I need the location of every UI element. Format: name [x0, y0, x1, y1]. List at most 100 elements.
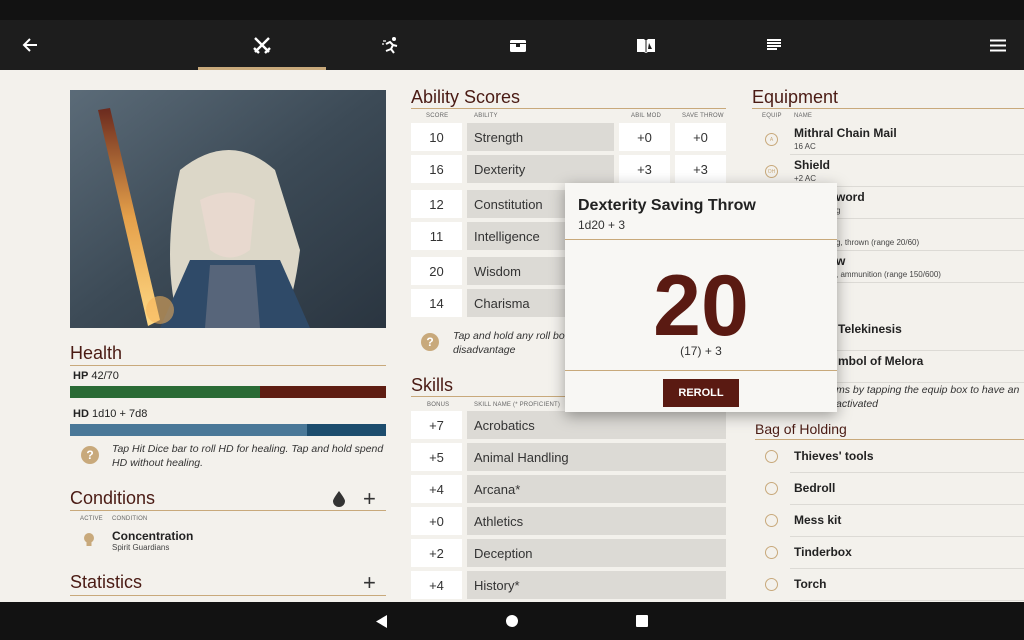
- skill-bonus[interactable]: +4: [411, 571, 462, 599]
- equipment-name[interactable]: Mithral Chain Mail: [794, 126, 897, 140]
- bag-divider: [755, 439, 1024, 440]
- bag-item-name[interactable]: Thieves' tools: [794, 449, 874, 463]
- ability-save-throw[interactable]: +0: [675, 123, 726, 151]
- add-condition-button[interactable]: +: [363, 488, 376, 510]
- bag-row-divider: [790, 536, 1024, 537]
- col-name: NAME: [794, 113, 813, 119]
- col-condition: CONDITION: [112, 516, 148, 522]
- ability-name[interactable]: Strength: [467, 123, 614, 151]
- circle-home-icon: [506, 615, 518, 627]
- dialog-divider-top: [565, 239, 837, 240]
- hp-bar[interactable]: [70, 386, 386, 398]
- nav-home-button[interactable]: [492, 602, 532, 640]
- nav-back-button[interactable]: [362, 602, 402, 640]
- health-hint: Tap Hit Dice bar to roll HD for healing.…: [112, 443, 384, 469]
- reroll-button[interactable]: REROLL: [663, 379, 739, 407]
- skill-name[interactable]: History*: [467, 571, 726, 599]
- ability-scores-title: Ability Scores: [411, 87, 521, 107]
- ability-score[interactable]: 16: [411, 155, 462, 183]
- hd-value: 1d10 + 7d8: [91, 408, 148, 420]
- col-active: ACTIVE: [80, 516, 103, 522]
- lightbulb-icon[interactable]: [83, 532, 95, 553]
- ability-modifier[interactable]: +0: [619, 123, 670, 151]
- skill-name[interactable]: Deception: [467, 539, 726, 567]
- equipment-name[interactable]: mbol of Melora: [838, 354, 923, 368]
- hp-readout: HP 42/70: [73, 370, 119, 382]
- bag-item-checkbox[interactable]: [765, 514, 778, 527]
- health-divider: [70, 365, 386, 366]
- skill-bonus[interactable]: +4: [411, 475, 462, 503]
- tab-combat[interactable]: [242, 20, 282, 70]
- equip-toggle[interactable]: A: [765, 133, 778, 146]
- arrow-left-icon: [22, 38, 37, 52]
- dialog-title: Dexterity Saving Throw: [578, 197, 756, 214]
- skill-name[interactable]: Arcana*: [467, 475, 726, 503]
- saving-throw-dialog: Dexterity Saving Throw 1d20 + 3 20 (17) …: [565, 183, 837, 412]
- col-equip: EQUIP: [762, 113, 782, 119]
- portrait-image: [70, 90, 386, 328]
- spellbook-icon: [637, 39, 655, 53]
- add-statistic-button[interactable]: +: [363, 572, 376, 594]
- chest-icon: [510, 40, 526, 52]
- equip-toggle[interactable]: OH: [765, 165, 778, 178]
- skill-bonus[interactable]: +5: [411, 443, 462, 471]
- equipment-detail: 16 AC: [794, 142, 816, 151]
- square-recents-icon: [636, 615, 648, 627]
- ability-modifier[interactable]: +3: [619, 155, 670, 183]
- bag-item-checkbox[interactable]: [765, 546, 778, 559]
- hp-bar-fill: [70, 386, 260, 398]
- ability-score[interactable]: 10: [411, 123, 462, 151]
- hd-bar[interactable]: [70, 424, 386, 436]
- triangle-back-icon: [376, 614, 387, 628]
- equipment-name[interactable]: word: [836, 190, 865, 204]
- equipment-detail: g, thrown (range 20/60): [836, 238, 920, 247]
- col-bonus: BONUS: [427, 402, 450, 408]
- col-skill-name: SKILL NAME (* PROFICIENT): [474, 402, 561, 408]
- bag-item-checkbox[interactable]: [765, 482, 778, 495]
- conditions-title: Conditions: [70, 488, 156, 508]
- hamburger-menu-icon: [990, 39, 1006, 51]
- ability-score[interactable]: 12: [411, 190, 462, 218]
- conditions-divider: [70, 510, 386, 511]
- bag-item-name[interactable]: Torch: [794, 577, 826, 591]
- ability-name[interactable]: Dexterity: [467, 155, 614, 183]
- ability-score[interactable]: 20: [411, 257, 462, 285]
- equipment-name[interactable]: Shield: [794, 158, 830, 172]
- skill-name[interactable]: Athletics: [467, 507, 726, 535]
- bag-row-divider: [790, 504, 1024, 505]
- hd-readout: HD 1d10 + 7d8: [73, 408, 147, 420]
- skill-name[interactable]: Animal Handling: [467, 443, 726, 471]
- bag-item-name[interactable]: Tinderbox: [794, 545, 852, 559]
- equipment-name[interactable]: Telekinesis: [838, 322, 902, 336]
- tab-spells[interactable]: [626, 20, 666, 70]
- statistics-divider: [70, 595, 386, 596]
- bag-item-name[interactable]: Bedroll: [794, 481, 835, 495]
- status-bar: [0, 0, 1024, 20]
- nav-recents-button[interactable]: [622, 602, 662, 640]
- ability-save-throw[interactable]: +3: [675, 155, 726, 183]
- tab-skills[interactable]: [371, 20, 411, 70]
- drop-icon[interactable]: [333, 491, 345, 512]
- ability-scores-divider: [411, 108, 726, 109]
- tab-notes[interactable]: [754, 20, 794, 70]
- statistics-title: Statistics: [70, 572, 143, 592]
- bag-item-checkbox[interactable]: [765, 578, 778, 591]
- ability-score[interactable]: 14: [411, 289, 462, 317]
- equipment-name[interactable]: w: [836, 254, 845, 268]
- skill-bonus[interactable]: +2: [411, 539, 462, 567]
- skill-bonus[interactable]: +0: [411, 507, 462, 535]
- skills-title: Skills: [411, 375, 454, 395]
- roll-breakdown: (17) + 3: [680, 344, 722, 358]
- ability-score[interactable]: 11: [411, 222, 462, 250]
- character-portrait[interactable]: [70, 90, 386, 328]
- bag-item-name[interactable]: Mess kit: [794, 513, 841, 527]
- back-button[interactable]: [10, 20, 50, 70]
- col-score: SCORE: [426, 113, 449, 119]
- skill-bonus[interactable]: +7: [411, 411, 462, 439]
- health-title: Health: [70, 343, 123, 363]
- menu-button[interactable]: [978, 20, 1018, 70]
- tab-inventory[interactable]: [498, 20, 538, 70]
- bag-item-checkbox[interactable]: [765, 450, 778, 463]
- equipment-hint: ms by tapping the equip box to have an a…: [836, 384, 1020, 410]
- skill-name[interactable]: Acrobatics: [467, 411, 726, 439]
